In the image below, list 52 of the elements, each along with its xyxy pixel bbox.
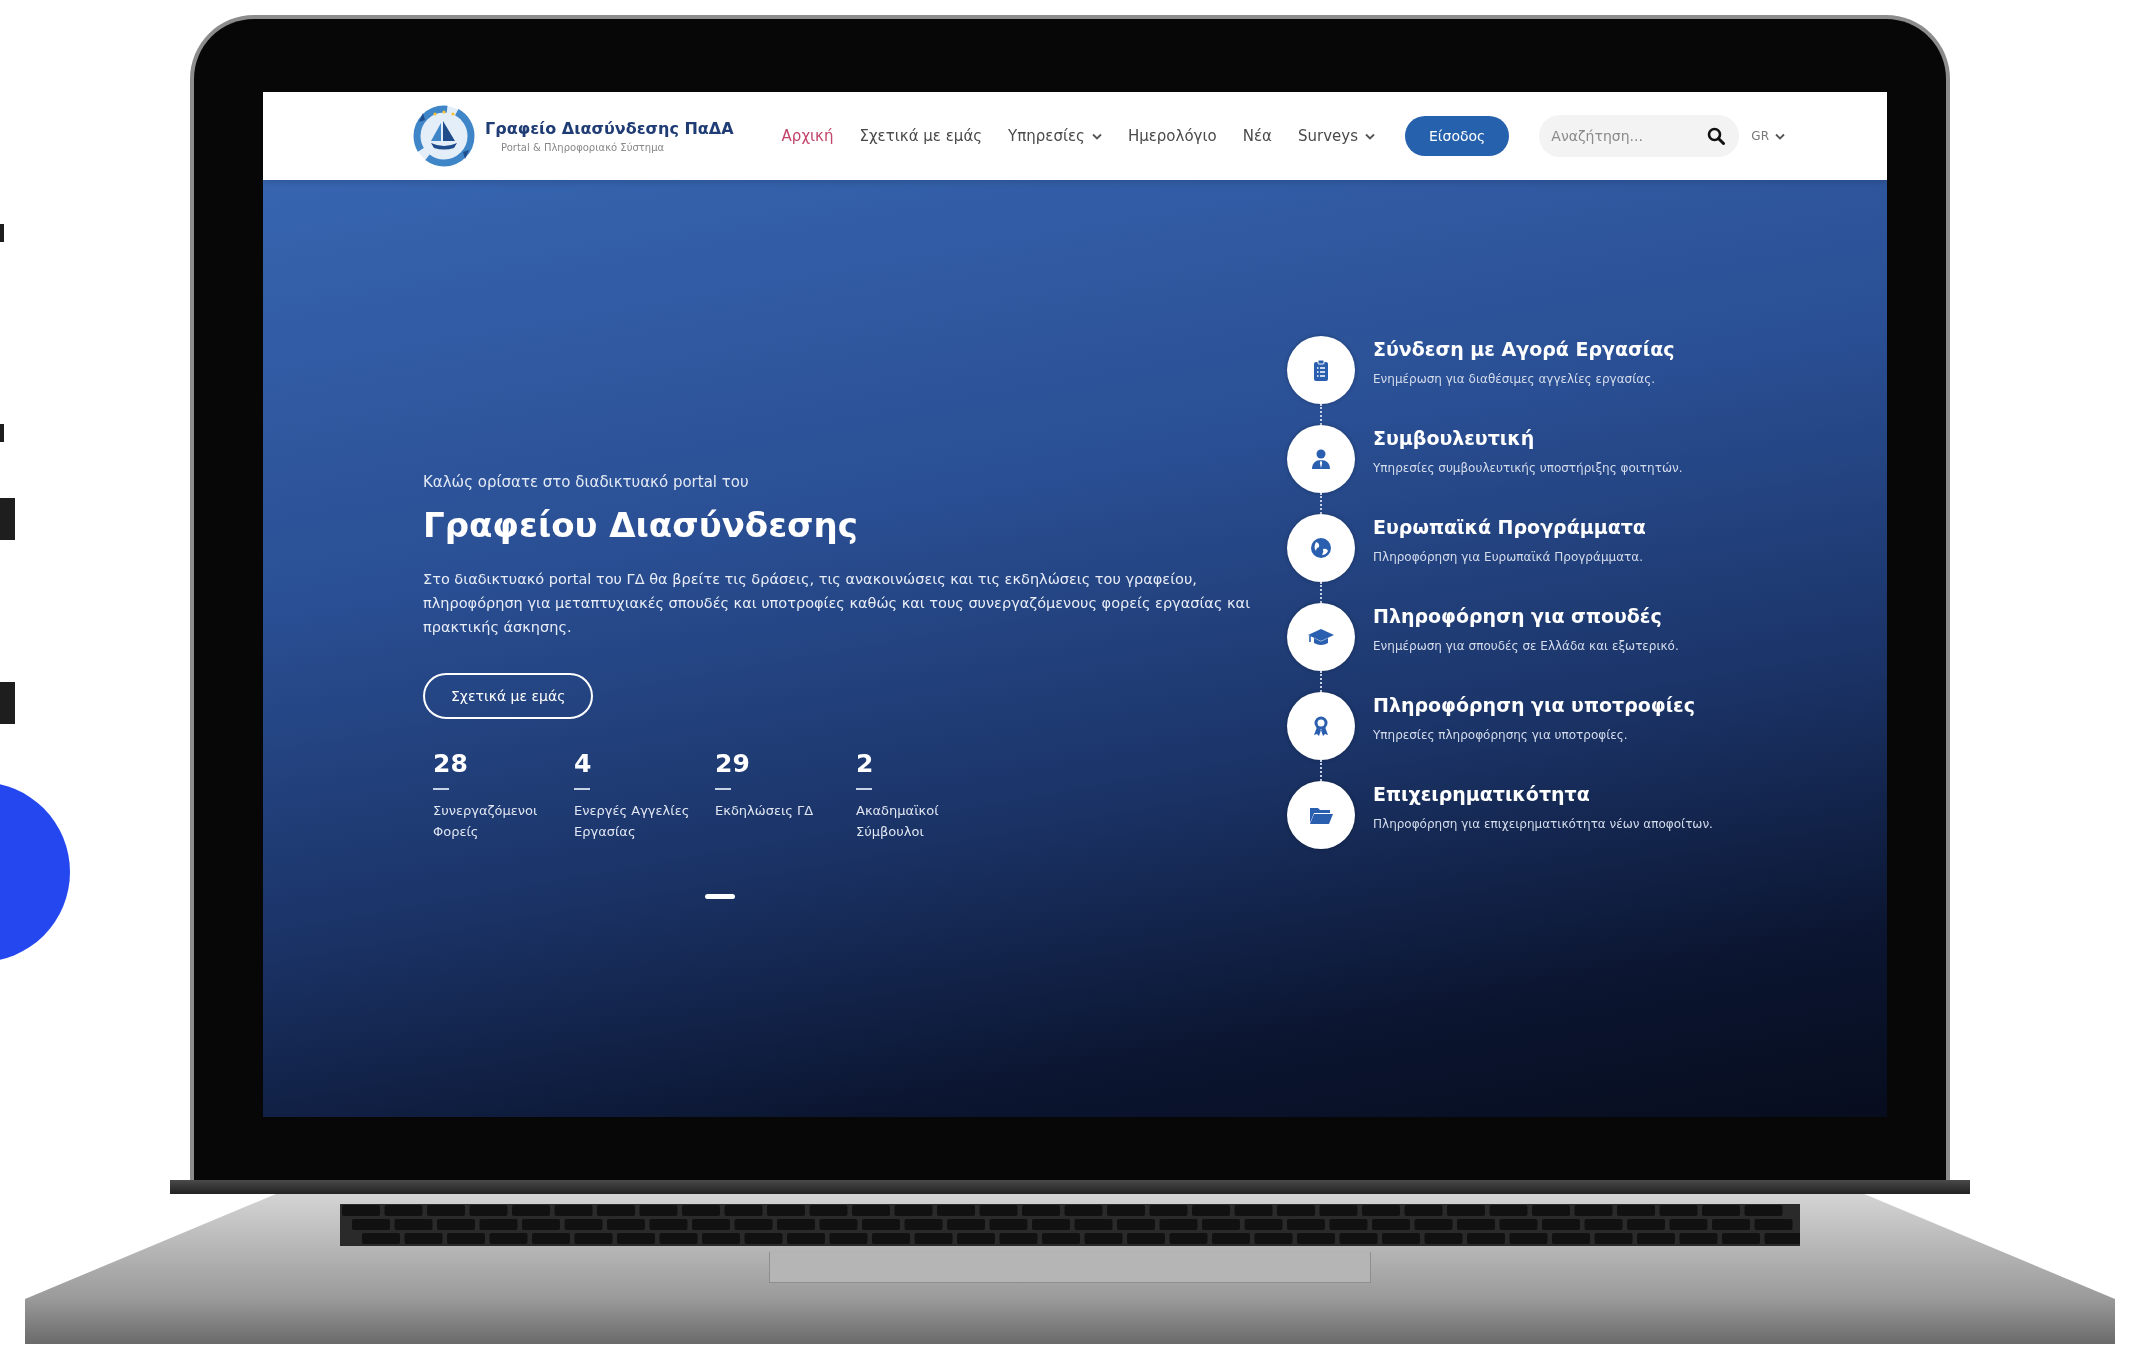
stat-label: Εκδηλώσεις ΓΔ — [715, 802, 815, 820]
stat-value: 29 — [715, 749, 750, 778]
service-icon-circle[interactable] — [1287, 781, 1355, 849]
service-icon-circle[interactable] — [1287, 692, 1355, 760]
caret-icon — [1775, 132, 1785, 140]
caret-icon — [1091, 132, 1102, 140]
login-button[interactable]: Είσοδος — [1404, 116, 1510, 156]
site-subtitle: Portal & Πληροφοριακό Σύστημα — [500, 142, 666, 153]
service-title[interactable]: Επιχειρηματικότητα — [1373, 783, 1713, 805]
service-description: Υπηρεσίες συμβουλευτικής υποστήριξης φοιτητών. — [1373, 461, 1683, 475]
logo-icon — [411, 103, 477, 169]
service-description: Ενημέρωση για σπουδές σε Ελλάδα και εξωτερικό. — [1373, 639, 1679, 653]
welcome-text: Καλώς ορίσατε στο διαδικτυακό portal του — [423, 473, 749, 491]
nav-link[interactable]: Νέα — [1242, 127, 1272, 145]
service-description: Ενημέρωση για διαθέσιμες αγγελίες εργασίας. — [1373, 372, 1657, 386]
bar-decoration — [0, 498, 15, 540]
service-description: Πληροφόρηση για επιχειρηματικότητα νέων αποφοίτων. — [1373, 817, 1713, 831]
stat-label: Συνεργαζόμενοι Φορείς — [433, 802, 539, 841]
bar-decoration — [0, 224, 4, 242]
bar-decoration — [0, 424, 4, 442]
about-button[interactable]: Σχετικά με εμάς — [423, 673, 594, 719]
person-icon — [1309, 447, 1333, 471]
nav-link[interactable]: Σχετικά με εμάς — [859, 127, 983, 145]
service-title[interactable]: Σύνδεση με Αγορά Εργασίας — [1373, 338, 1675, 360]
globe-icon — [1309, 536, 1333, 560]
stat-value: 28 — [433, 749, 468, 778]
service-icon-circle[interactable] — [1287, 336, 1355, 404]
service-icon-circle[interactable] — [1287, 425, 1355, 493]
language-selector[interactable]: GR — [1751, 129, 1785, 143]
stat-label: Ενεργές Αγγελίες Εργασίας — [574, 802, 691, 841]
service-title[interactable]: Πληροφόρηση για σπουδές — [1373, 605, 1679, 627]
bar-decoration — [0, 682, 15, 724]
service-description: Υπηρεσίες πληροφόρησης για υποτροφίες. — [1373, 728, 1629, 742]
nav-link[interactable]: Ημερολόγιο — [1127, 127, 1217, 145]
service-icon-circle[interactable] — [1287, 603, 1355, 671]
search-field[interactable]: Αναζήτηση... — [1539, 115, 1740, 157]
nav-link[interactable]: Surveys — [1297, 127, 1375, 145]
hero-description: Στο διαδικτυακό portal του ΓΔ θα βρείτε τις δράσεις, τις ανακοινώσεις και τις εκδηλώσεις του γραφείου, πληροφόρηση για μεταπτυχιακές σπουδές και υποτροφίες καθώς και τους συνεργαζόμενους φορείς εργασίας και πρακτικής άσκησης. — [423, 570, 1252, 637]
site-title: Γραφείο Διασύνδεσης ΠαΔΑ — [485, 119, 734, 138]
hero-title: Γραφείου Διασύνδεσης — [423, 505, 858, 545]
service-title[interactable]: Συμβουλευτική — [1373, 427, 1683, 449]
caret-icon — [1364, 132, 1375, 140]
stat-value: 4 — [574, 749, 592, 778]
service-description: Πληροφόρηση για Ευρωπαϊκά Προγράμματα. — [1373, 550, 1644, 564]
nav-link[interactable]: Αρχική — [781, 127, 834, 145]
carousel-indicator[interactable] — [705, 894, 735, 899]
service-icon-circle[interactable] — [1287, 514, 1355, 582]
service-title[interactable]: Πληροφόρηση για υποτροφίες — [1373, 694, 1695, 716]
stat-label: Ακαδημαϊκοί Σύμβουλοι — [856, 802, 940, 841]
nav-link[interactable]: Υπηρεσίες — [1008, 127, 1102, 145]
service-title[interactable]: Ευρωπαϊκά Προγράμματα — [1373, 516, 1646, 538]
stat-value: 2 — [856, 749, 874, 778]
